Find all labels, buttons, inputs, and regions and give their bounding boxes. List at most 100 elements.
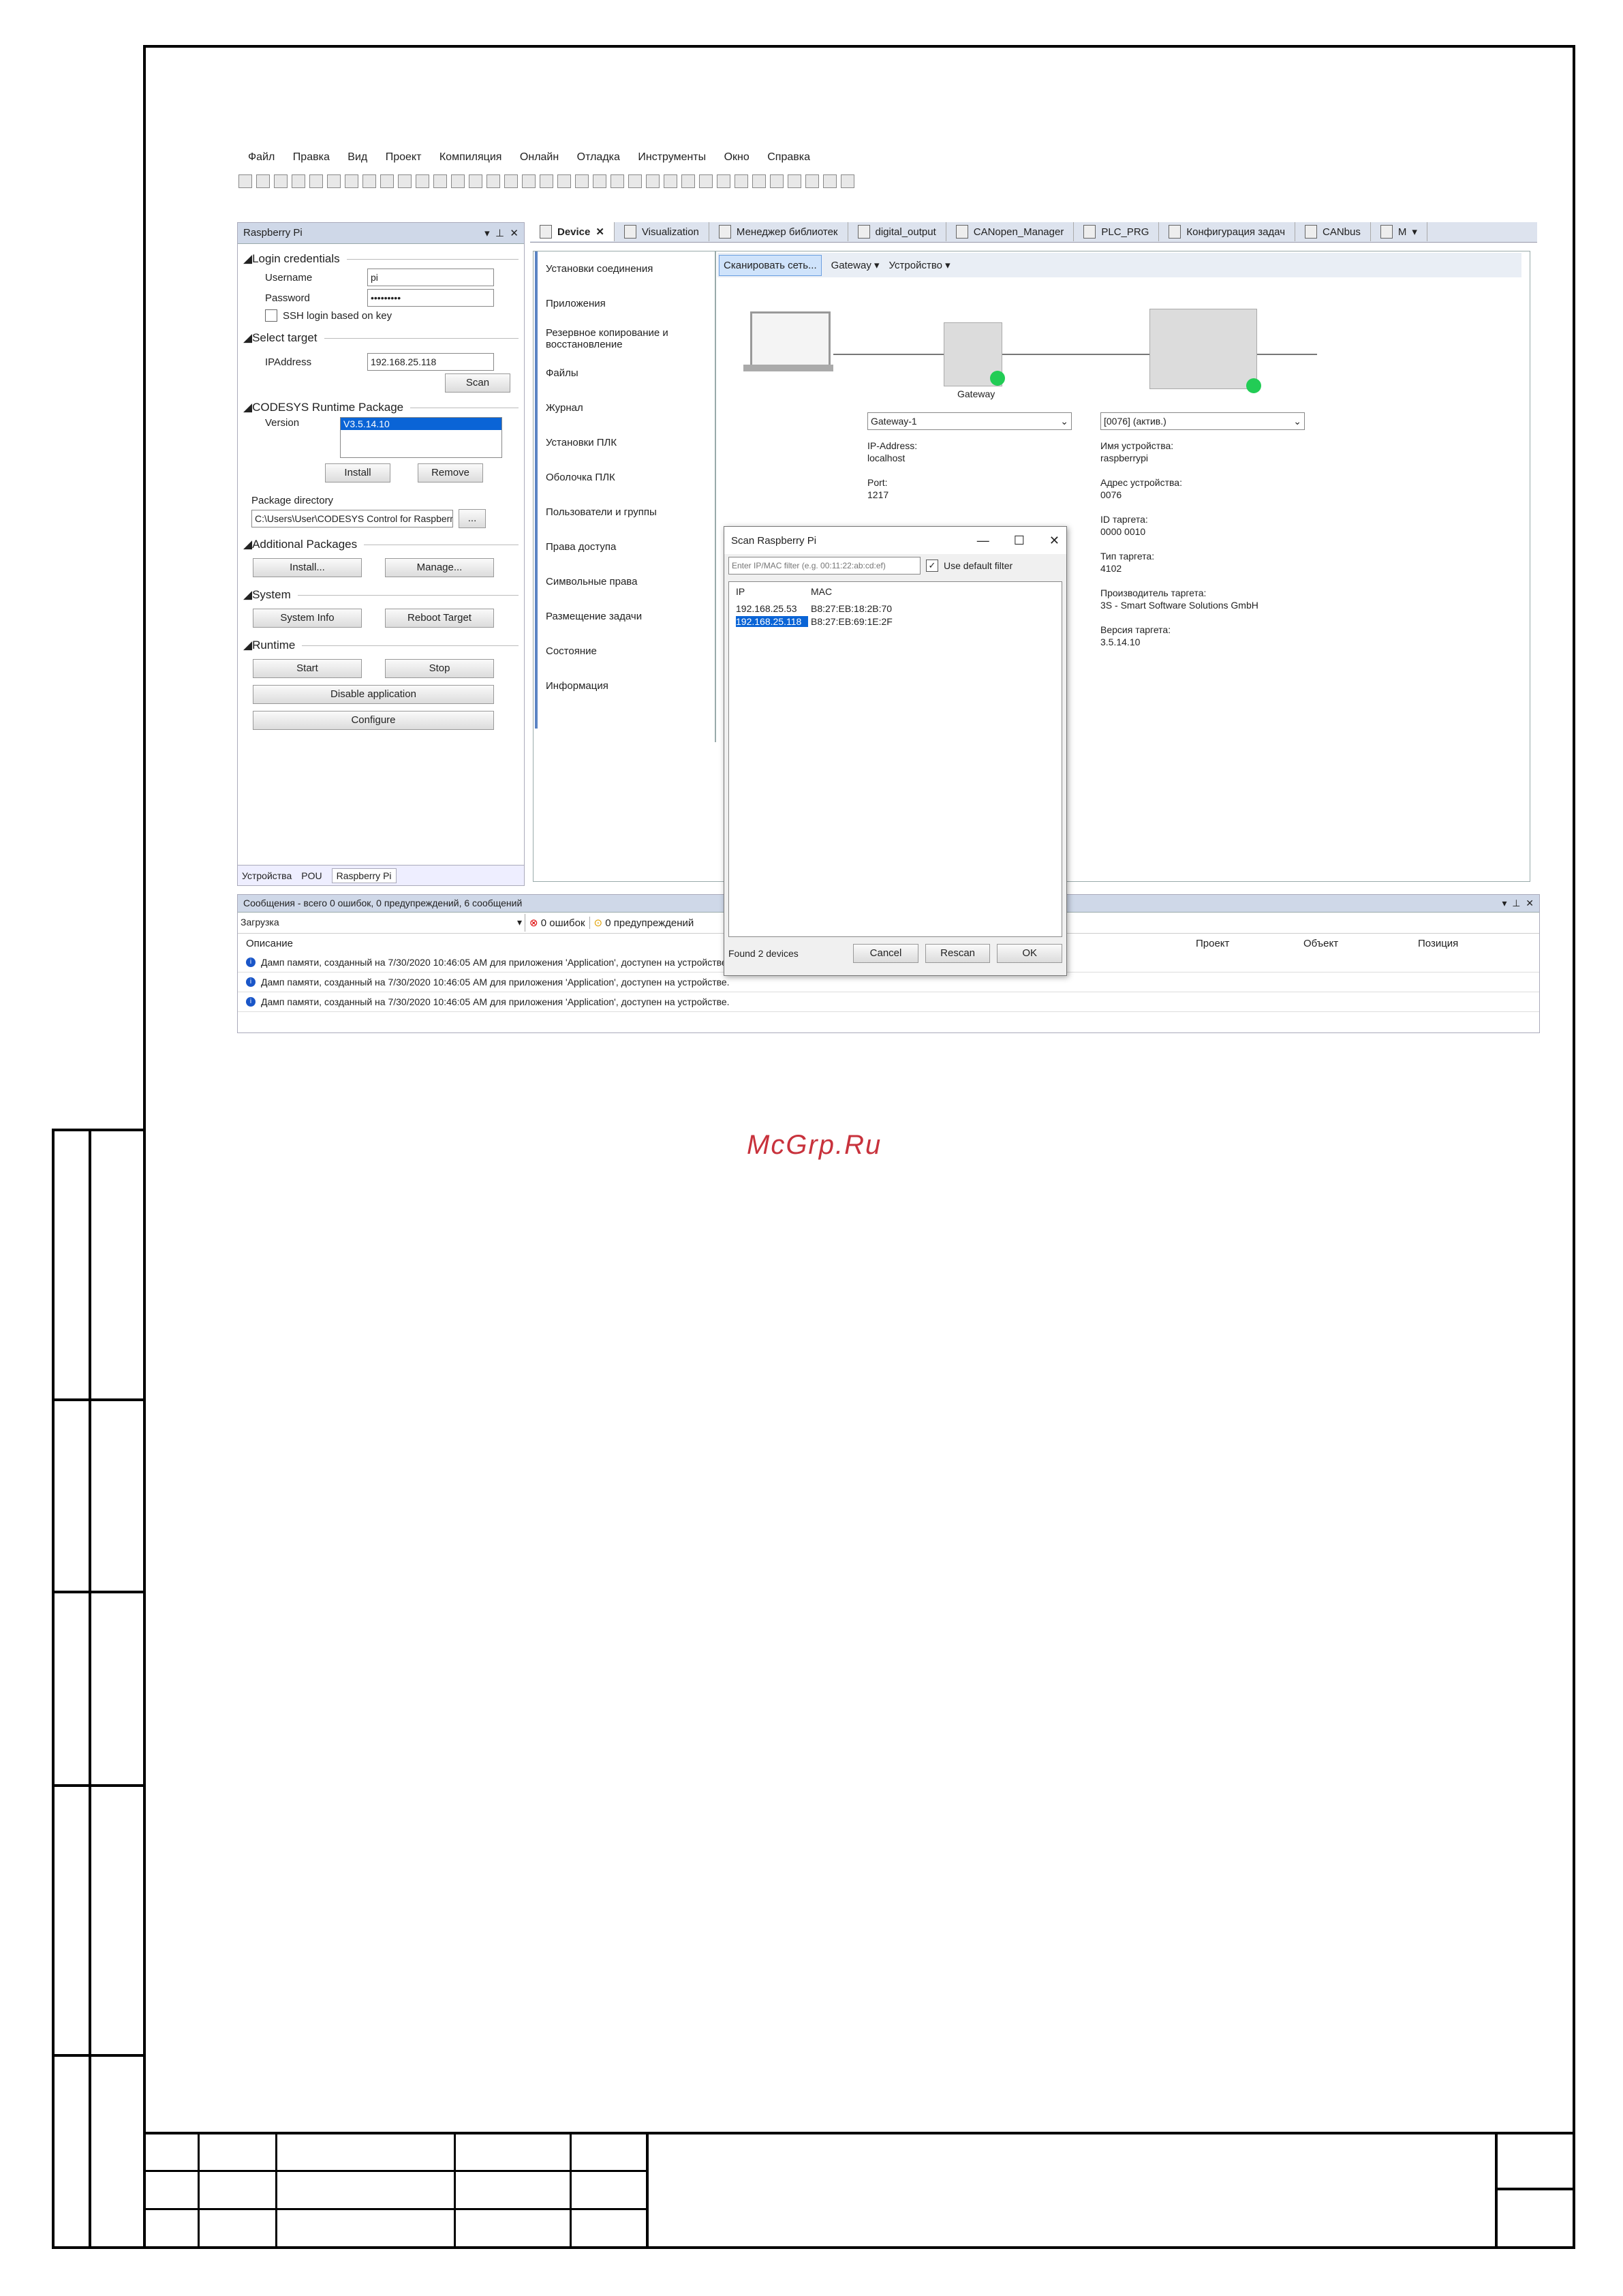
menu-tools[interactable]: Инструменты <box>638 151 706 163</box>
tab-more[interactable]: M ▾ <box>1371 222 1427 241</box>
chevron-down-icon[interactable]: ▾ <box>1412 226 1417 238</box>
menu-build[interactable]: Компиляция <box>439 151 502 163</box>
find-next-icon[interactable] <box>451 174 465 188</box>
undo-icon[interactable] <box>309 174 323 188</box>
nav-connection[interactable]: Установки соединения <box>538 251 715 286</box>
tab-pou[interactable]: POU <box>301 870 322 881</box>
device-row-selected[interactable]: 192.168.25.118 B8:27:EB:69:1E:2F <box>729 616 1062 627</box>
select-target-section[interactable]: ◢ Select target <box>243 331 519 345</box>
write-icon[interactable] <box>805 174 819 188</box>
scan-button[interactable]: Scan <box>445 373 510 393</box>
force-icon[interactable] <box>823 174 837 188</box>
tab-raspberry-pi[interactable]: Raspberry Pi <box>331 868 397 883</box>
menu-edit[interactable]: Правка <box>293 151 330 163</box>
runtime-package-section[interactable]: ◢ CODESYS Runtime Package <box>243 401 519 414</box>
messages-source-select[interactable]: Загрузка ▾ <box>238 914 525 932</box>
password-input[interactable]: ••••••••• <box>367 289 494 307</box>
panel-controls[interactable]: ▾ ⊥ ✕ <box>484 227 519 239</box>
nav-plc-settings[interactable]: Установки ПЛК <box>538 425 715 460</box>
browse-button[interactable]: ... <box>459 509 486 528</box>
tab-canbus[interactable]: CANbus <box>1295 222 1371 241</box>
tab-devices[interactable]: Устройства <box>242 870 292 881</box>
tab-visualization[interactable]: Visualization <box>615 222 709 241</box>
device-row[interactable]: 192.168.25.53 B8:27:EB:18:2B:70 <box>729 601 1062 616</box>
start-button[interactable]: Start <box>253 659 362 678</box>
ok-button[interactable]: OK <box>997 944 1062 963</box>
redo-icon[interactable] <box>327 174 341 188</box>
maximize-icon[interactable]: ☐ <box>1014 534 1025 548</box>
col-project[interactable]: Проект <box>1196 938 1229 949</box>
menu-debug[interactable]: Отладка <box>577 151 620 163</box>
settings-icon[interactable] <box>841 174 854 188</box>
run-icon[interactable] <box>664 174 677 188</box>
col-object[interactable]: Объект <box>1303 938 1338 949</box>
warnings-filter[interactable]: ⊙ 0 предупреждений <box>590 917 698 929</box>
menu-help[interactable]: Справка <box>767 151 810 163</box>
close-icon[interactable]: ✕ <box>596 226 604 238</box>
stop-button[interactable]: Stop <box>385 659 494 678</box>
login-icon[interactable] <box>628 174 642 188</box>
scan-network-button[interactable]: Сканировать сеть... <box>719 254 822 276</box>
ip-input[interactable]: 192.168.25.118 <box>367 353 494 371</box>
manage-button[interactable]: Manage... <box>385 558 494 577</box>
menu-file[interactable]: Файл <box>248 151 275 163</box>
tab-canopen-manager[interactable]: CANopen_Manager <box>946 222 1075 241</box>
step-into-icon[interactable] <box>752 174 766 188</box>
version-item[interactable]: V3.5.14.10 <box>341 418 501 430</box>
nav-applications[interactable]: Приложения <box>538 286 715 321</box>
ssh-checkbox[interactable] <box>265 309 277 322</box>
find-icon[interactable] <box>416 174 429 188</box>
gateway-menu[interactable]: Gateway ▾ <box>831 259 880 271</box>
errors-filter[interactable]: ⊗ 0 ошибок <box>525 917 590 929</box>
version-list[interactable]: V3.5.14.10 <box>340 417 502 458</box>
paste-icon[interactable] <box>380 174 394 188</box>
message-row[interactable]: i Дамп памяти, созданный на 7/30/2020 10:… <box>238 992 1539 1012</box>
find-prev-icon[interactable] <box>469 174 482 188</box>
remove-button[interactable]: Remove <box>418 463 483 483</box>
nav-users-groups[interactable]: Пользователи и группы <box>538 495 715 530</box>
breakpoint-icon[interactable] <box>717 174 730 188</box>
device-select[interactable]: [0076] (актив.) ⌄ <box>1100 412 1305 430</box>
stop-icon[interactable] <box>681 174 695 188</box>
menu-view[interactable]: Вид <box>347 151 367 163</box>
cancel-button[interactable]: Cancel <box>853 944 918 963</box>
cursor-icon[interactable] <box>788 174 801 188</box>
col-position[interactable]: Позиция <box>1418 938 1458 949</box>
rescan-button[interactable]: Rescan <box>925 944 991 963</box>
new-icon[interactable] <box>238 174 252 188</box>
bookmark-clear-icon[interactable] <box>540 174 553 188</box>
tab-library-manager[interactable]: Менеджер библиотек <box>709 222 848 241</box>
bookmark-next-icon[interactable] <box>504 174 518 188</box>
menu-window[interactable]: Окно <box>724 151 749 163</box>
copy-icon[interactable] <box>362 174 376 188</box>
bookmark-prev-icon[interactable] <box>522 174 536 188</box>
disable-application-button[interactable]: Disable application <box>253 685 494 704</box>
cut-icon[interactable] <box>345 174 358 188</box>
step-over-icon[interactable] <box>735 174 748 188</box>
nav-plc-shell[interactable]: Оболочка ПЛК <box>538 460 715 495</box>
devices-list[interactable]: IP MAC 192.168.25.53 B8:27:EB:18:2B:70 192… <box>728 581 1062 937</box>
install-button[interactable]: Install <box>325 463 390 483</box>
save-icon[interactable] <box>274 174 288 188</box>
nav-log[interactable]: Журнал <box>538 391 715 425</box>
build-icon[interactable] <box>593 174 606 188</box>
configure-button[interactable]: Configure <box>253 711 494 730</box>
bookmark-icon[interactable] <box>486 174 500 188</box>
nav-information[interactable]: Информация <box>538 669 715 703</box>
nav-backup[interactable]: Резервное копирование и восстановление <box>538 321 715 356</box>
reset-icon[interactable] <box>699 174 713 188</box>
default-filter-checkbox[interactable]: ✓ <box>926 560 938 572</box>
reboot-target-button[interactable]: Reboot Target <box>385 609 494 628</box>
nav-symbol-rights[interactable]: Символьные права <box>538 564 715 599</box>
runtime-section[interactable]: ◢ Runtime <box>243 639 519 652</box>
additional-packages-section[interactable]: ◢ Additional Packages <box>243 538 519 551</box>
messages-controls[interactable]: ▾ ⊥ ✕ <box>1502 898 1534 909</box>
username-input[interactable]: pi <box>367 269 494 286</box>
delete-icon[interactable] <box>398 174 412 188</box>
open-icon[interactable] <box>256 174 270 188</box>
menu-project[interactable]: Проект <box>386 151 422 163</box>
pkg-dir-input[interactable]: C:\Users\User\CODESYS Control for Raspbe… <box>251 510 453 527</box>
tab-plc-prg[interactable]: PLC_PRG <box>1074 222 1160 241</box>
gateway-select[interactable]: Gateway-1 ⌄ <box>867 412 1072 430</box>
calendar-icon[interactable] <box>610 174 624 188</box>
